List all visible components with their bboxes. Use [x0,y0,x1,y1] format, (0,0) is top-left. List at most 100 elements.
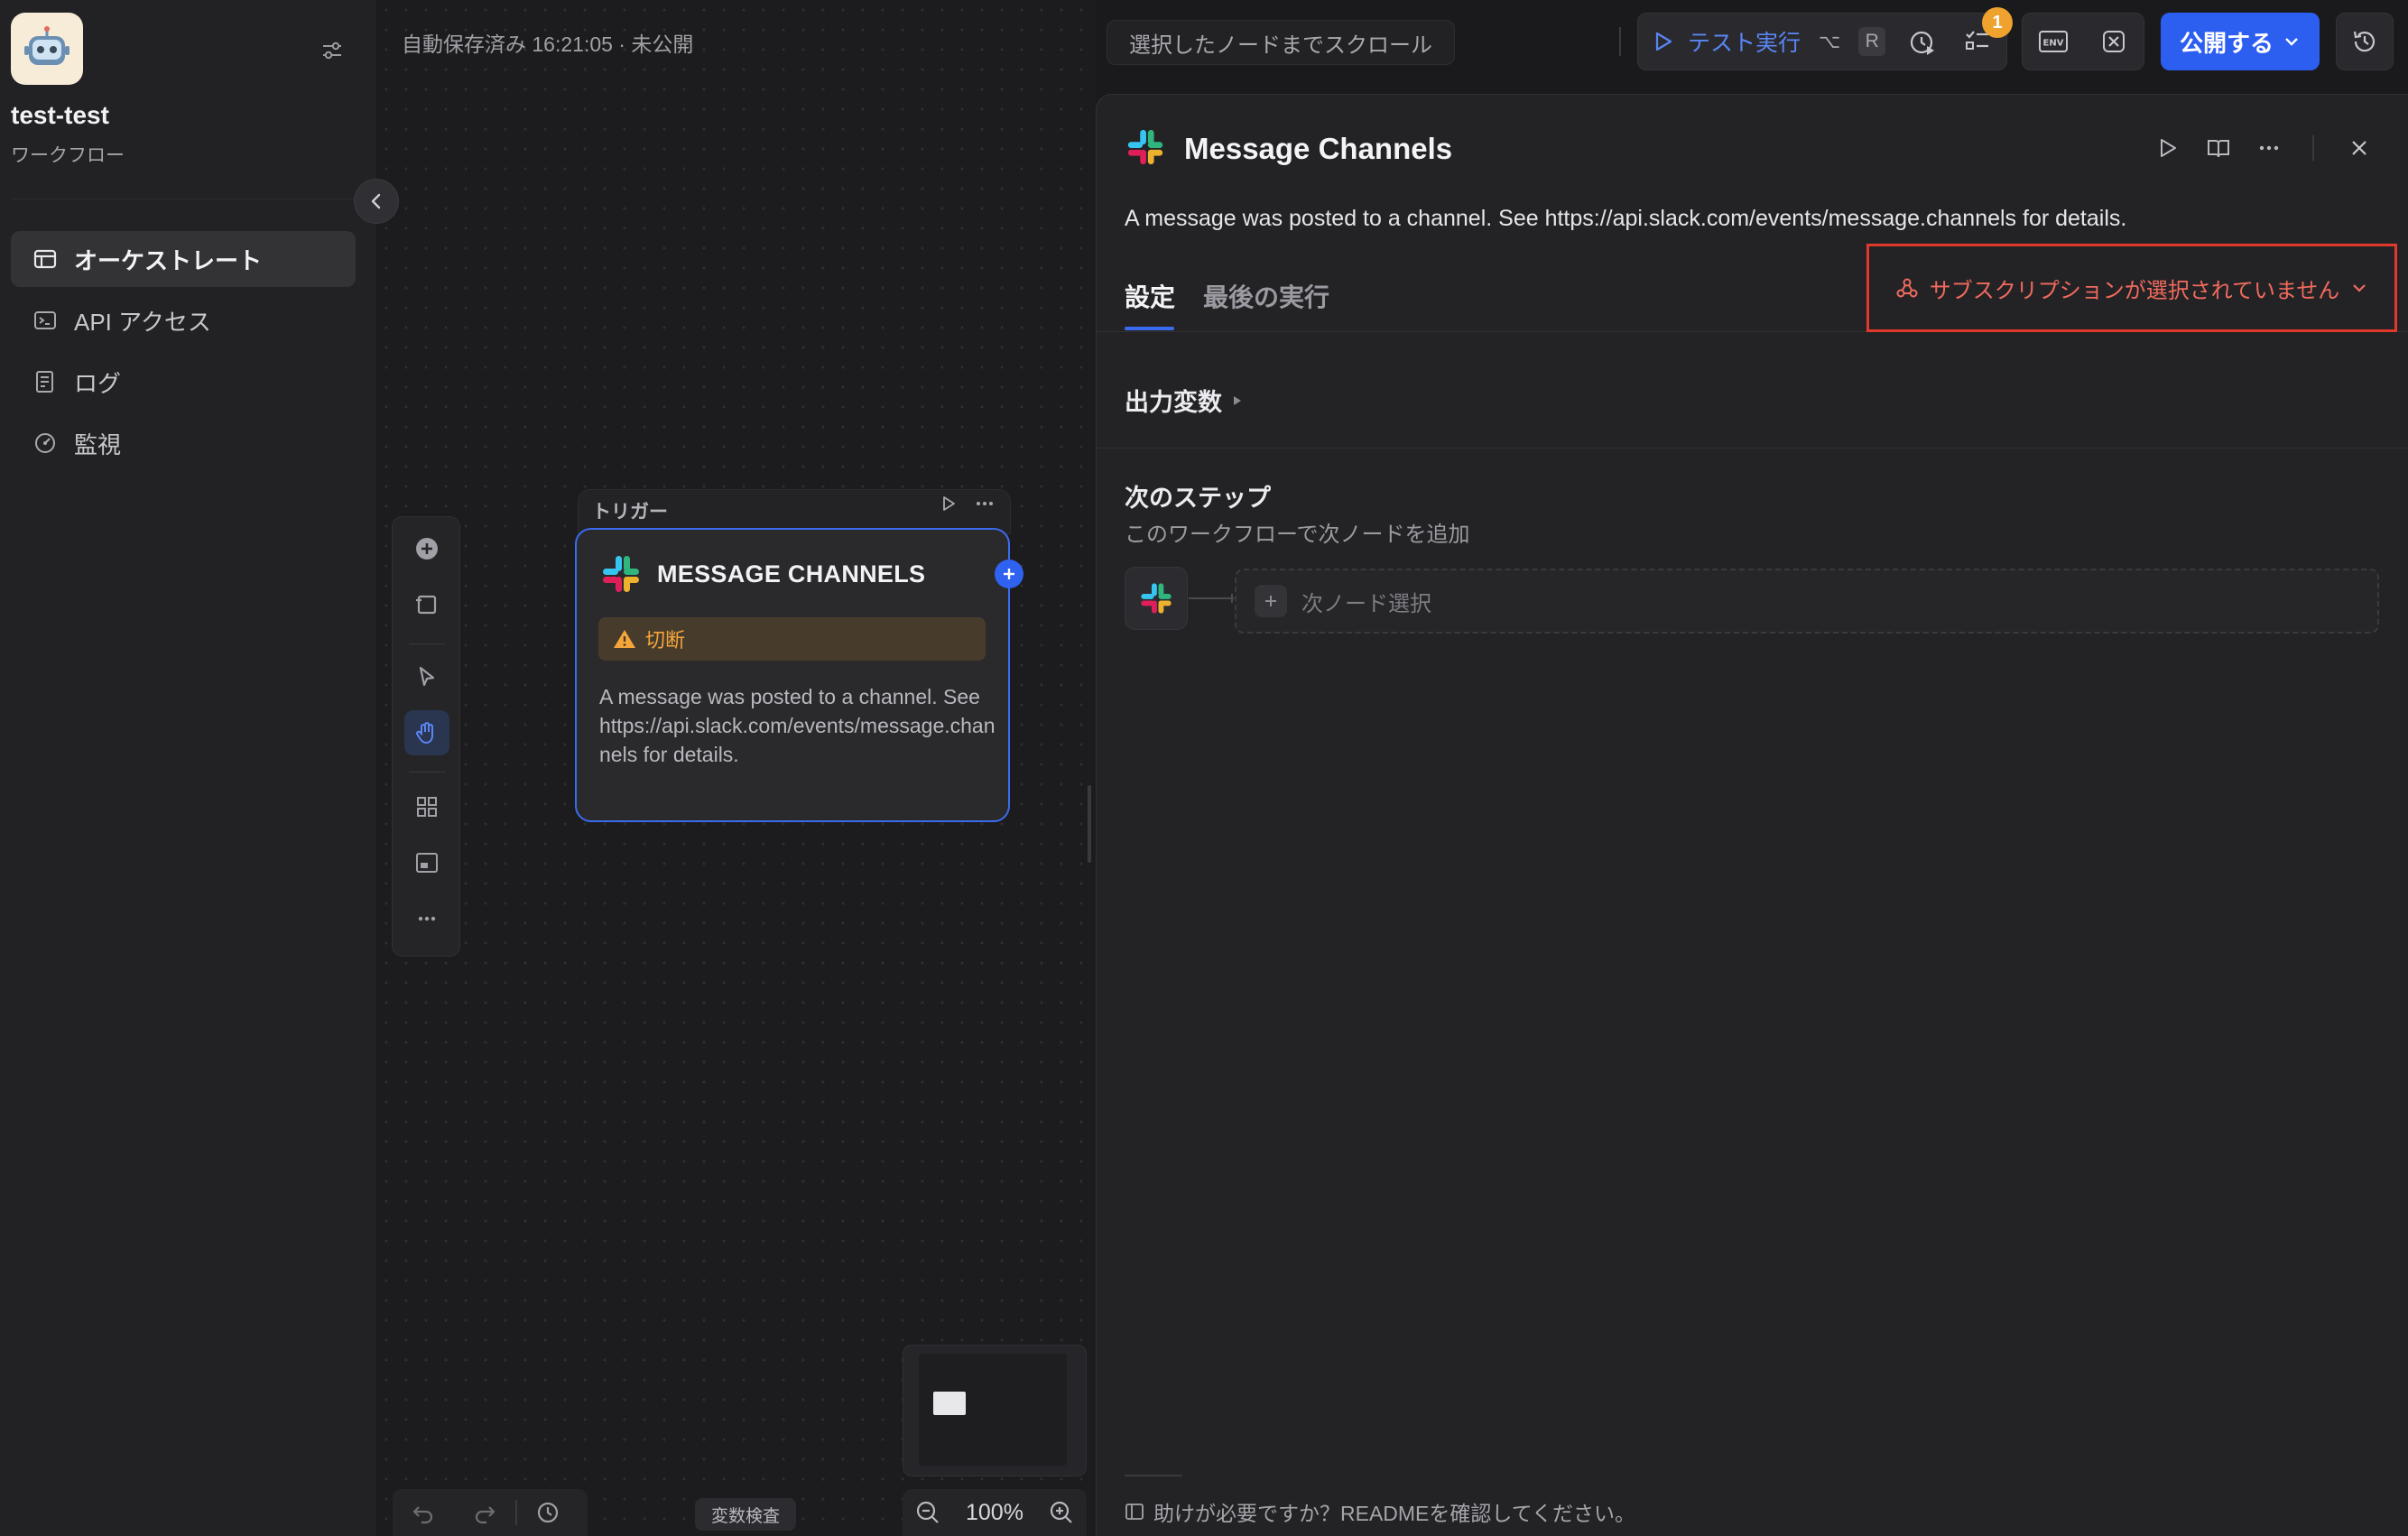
minimap-toggle-button[interactable] [404,840,449,885]
sidebar-item-label: 監視 [74,430,122,458]
section-divider [1096,448,2408,449]
more-tools-button[interactable] [404,896,449,941]
panel-description: A message was posted to a channel. See h… [1125,206,2127,231]
warning-icon [614,630,635,648]
readme-help-label: 助けが必要ですか？READMEを確認してください。 [1153,1502,1636,1525]
publish-button[interactable]: 公開する [2161,13,2320,70]
panel-run-button[interactable] [2148,128,2188,168]
next-step-connector [1189,597,1234,599]
test-run-button[interactable]: テスト実行 ⌥ R [1652,20,1886,63]
panel-help-doc-button[interactable] [2199,128,2238,168]
zoom-in-button[interactable] [1048,1499,1075,1526]
version-history-header-button[interactable] [2336,13,2394,70]
subscription-label: サブスクリプションが選択されていません [1929,278,2340,303]
more-horizontal-icon [418,916,436,921]
organize-nodes-button[interactable] [404,784,449,829]
play-icon [943,496,955,511]
history-icon [537,1502,559,1523]
sidebar-item-label: オーケストレート [74,246,263,274]
autosave-status: 自動保存済み 16:21:05 · 未公開 [402,32,694,56]
sidebar-item-logs[interactable]: ログ [11,354,356,410]
app-kind: ワークフロー [11,145,125,166]
robot-icon [24,26,69,65]
undo-button[interactable] [393,1489,454,1536]
node-more-button[interactable] [969,490,1000,517]
node-description: A message was posted to a channel. See h… [599,685,996,766]
slack-icon [1125,126,1166,168]
play-icon [1655,32,1672,51]
minimap-node [933,1392,966,1415]
add-note-button[interactable] [404,582,449,627]
next-node-select-label: 次ノード選択 [1301,591,1431,616]
version-history-button[interactable] [517,1489,579,1536]
run-history-button[interactable] [1900,20,1945,65]
add-node-button[interactable] [404,526,449,571]
book-icon [1125,1504,1144,1520]
zoom-level[interactable]: 100% [966,1500,1023,1526]
sidebar-item-orchestrate[interactable]: オーケストレート [11,231,356,287]
node-run-button[interactable] [935,490,962,517]
zoom-in-icon [1050,1501,1072,1523]
sidebar-item-api-access[interactable]: API アクセス [11,292,356,348]
minimap-icon [416,853,438,873]
plus-icon [1255,585,1287,617]
slack-icon [599,552,643,596]
variable-inspect-button[interactable]: 変数検査 [695,1498,796,1531]
app-avatar[interactable] [11,13,83,85]
env-toolbar: ENV [2022,13,2144,70]
sidebar-item-monitoring[interactable]: 監視 [11,415,356,471]
canvas-toolbar [392,516,460,957]
history-icon [2353,31,2376,52]
next-node-select[interactable]: 次ノード選択 [1235,569,2379,634]
conversation-variables-button[interactable] [2091,19,2136,64]
scroll-to-node-button[interactable]: 選択したノードまでスクロール [1107,20,1455,65]
chevron-left-icon [371,193,381,209]
zoom-out-button[interactable] [914,1499,941,1526]
sliders-icon [323,42,341,60]
hand-tool-button[interactable] [404,710,449,755]
grid-icon [417,797,437,817]
zoom-out-icon [917,1501,940,1523]
sidebar-settings-button[interactable] [316,34,348,67]
run-history-icon [1910,31,1934,55]
shortcut-key-r: R [1858,27,1886,56]
header-divider [1619,27,1621,56]
more-horizontal-icon [2259,145,2279,151]
panel-close-button[interactable] [2339,128,2379,168]
sidebar-item-label: API アクセス [74,308,211,336]
subscription-select[interactable]: サブスクリプションが選択されていません [1866,244,2397,332]
log-icon [36,371,53,393]
close-icon [2352,141,2366,155]
tab-last-run[interactable]: 最後の実行 [1203,278,1329,314]
tab-settings[interactable]: 設定 [1125,278,1175,314]
chevron-down-icon [2353,284,2366,292]
next-step-title: 次のステップ [1125,485,1271,512]
env-variables-button[interactable]: ENV [2031,19,2076,64]
panel-resize-handle[interactable] [1088,785,1091,863]
slack-icon [1141,583,1172,614]
next-step-connector-end [1231,594,1233,603]
redo-icon [475,1506,495,1524]
panel-title: Message Channels [1184,132,1453,165]
zoom-controls: 100% [903,1489,1087,1536]
plus-icon [1004,569,1014,579]
env-icon: ENV [2038,31,2068,52]
collapse-sidebar-button[interactable] [354,179,399,224]
test-run-label: テスト実行 [1688,31,1801,56]
pointer-tool-button[interactable] [404,654,449,699]
cursor-icon [419,666,435,687]
variable-x-icon [2102,31,2125,52]
readme-help-link[interactable]: 助けが必要ですか？READMEを確認してください。 [1125,1496,1635,1527]
node-warning-label: 切断 [645,629,686,652]
shortcut-key-option: ⌥ [1819,31,1841,52]
app-name: test-test [11,101,109,129]
output-variables-toggle[interactable]: 出力変数 [1125,383,1244,418]
note-add-icon [416,595,437,615]
node-add-next-button[interactable] [995,560,1023,588]
panel-actions-divider [2312,135,2314,161]
node-title: MESSAGE CHANNELS [657,560,926,588]
plus-circle-icon [416,538,438,560]
active-tab-indicator [1125,327,1174,330]
panel-more-button[interactable] [2249,128,2289,168]
redo-button[interactable] [454,1489,515,1536]
